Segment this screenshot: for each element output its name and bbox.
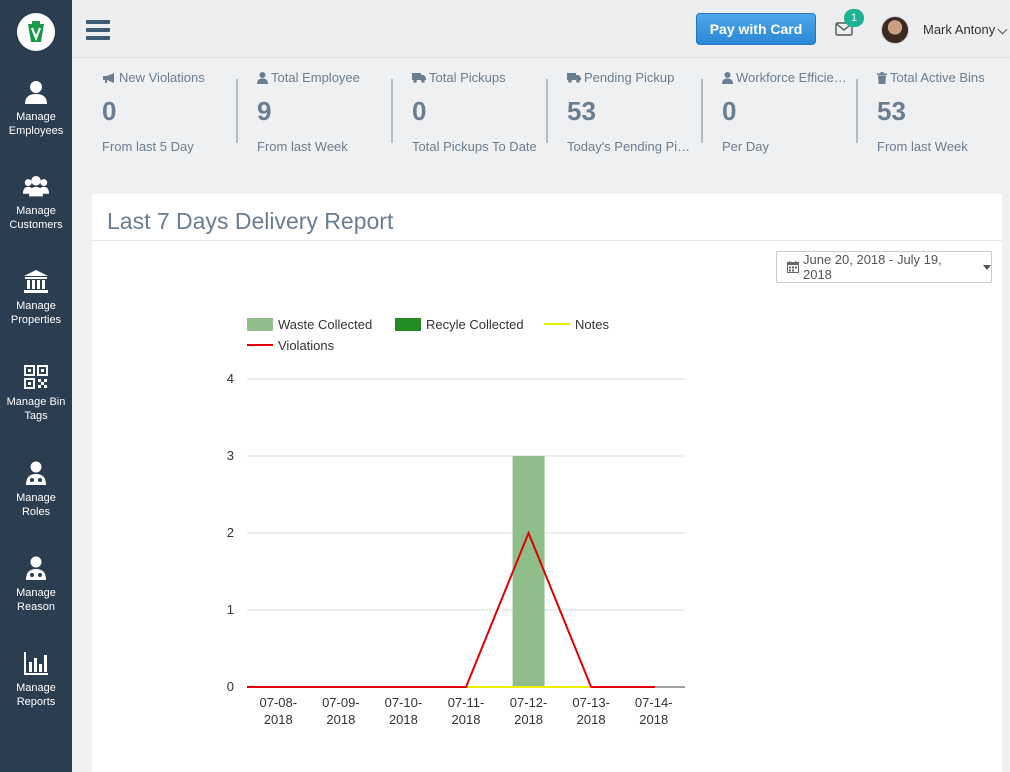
stat-divider [856,79,858,143]
bullhorn-icon [103,72,114,83]
stat-value: 53 [877,96,906,126]
stat-title: Total Employee [271,70,360,85]
x-tick-label: 2018 [577,712,606,727]
stat-subtitle: Today's Pending Pickups [567,139,695,154]
stat-total-employee: Total Employee 9 From last Week [257,70,403,154]
x-tick-label: 07-09- [322,695,360,710]
x-tick-label: 2018 [452,712,481,727]
stat-workforce-efficiency: Workforce Efficiency 0 Per Day [722,70,848,154]
stat-divider [701,79,703,143]
legend-label: Waste Collected [278,317,372,332]
sidebar-item-manage-reason[interactable]: Manage Reason [0,555,72,614]
stat-pending-pickup: Pending Pickup 53 Today's Pending Pickup… [567,70,695,154]
stat-title: Workforce Efficiency [736,70,848,85]
sidebar-item-label: Manage Employees [8,111,64,137]
user-md-icon [26,556,46,580]
sidebar-item-label: Manage Bin Tags [6,396,66,422]
qrcode-icon [24,365,48,389]
stat-total-pickups: Total Pickups 0 Total Pickups To Date [412,70,558,154]
stat-divider [391,79,393,143]
x-tick-label: 07-13- [572,695,610,710]
user-md-icon [26,461,46,485]
menu-toggle-icon[interactable] [86,20,110,40]
sidebar-item-label: Manage Properties [10,300,62,326]
stat-subtitle: From last 5 Day [102,139,194,154]
y-tick-label: 2 [227,525,234,540]
x-tick-label: 2018 [389,712,418,727]
sidebar-item-label: Manage Reports [16,682,56,708]
sidebar-item-manage-roles[interactable]: Manage Roles [0,460,72,519]
x-tick-label: 07-12- [510,695,548,710]
notification-badge: 1 [844,9,864,27]
stat-title: Pending Pickup [584,70,675,85]
sidebar-item-manage-bin-tags[interactable]: Manage Bin Tags [0,364,72,423]
stat-title: Total Active Bins [890,70,985,85]
stat-value: 0 [722,96,737,126]
sidebar-item-manage-customers[interactable]: Manage Customers [0,173,72,232]
user-icon [722,71,733,84]
truck-icon [412,73,426,83]
delivery-chart: 0 1 2 3 4 07-08- 2018 07-09- 2018 07-10- 2018 07-11… [227,317,685,727]
legend-label: Recyle Collected [426,317,524,332]
stat-divider [546,79,548,143]
sidebar-item-label: Manage Roles [16,492,56,518]
y-tick-label: 4 [227,371,234,386]
bank-icon [24,270,48,293]
legend-label: Violations [278,338,335,353]
stat-subtitle: Per Day [722,139,769,154]
bar-waste-collected [512,456,545,687]
sidebar-item-manage-reports[interactable]: Manage Reports [0,650,72,709]
y-tick-label: 3 [227,448,234,463]
stat-value: 53 [567,96,596,126]
x-tick-label: 2018 [326,712,355,727]
x-tick-label: 07-14- [635,695,673,710]
truck-icon [567,73,581,83]
stat-subtitle: From last Week [877,139,968,154]
sidebar-item-manage-employees[interactable]: Manage Employees [0,79,72,138]
sidebar-item-label: Manage Reason [16,587,56,613]
x-tick-label: 2018 [514,712,543,727]
sidebar-item-manage-properties[interactable]: Manage Properties [0,268,72,327]
chevron-down-icon[interactable] [997,24,1008,35]
sidebar: Manage Employees Manage Customers Manage… [0,0,72,772]
legend-label: Notes [575,317,609,332]
user-icon [257,71,268,84]
stat-divider [236,79,238,143]
stat-subtitle: Total Pickups To Date [412,139,537,154]
x-tick-label: 07-08- [259,695,297,710]
stat-value: 0 [412,96,427,126]
stat-title: New Violations [119,70,205,85]
app-logo[interactable] [17,12,55,51]
legend-swatch [395,318,421,331]
legend-swatch [247,318,273,331]
stat-subtitle: From last Week [257,139,348,154]
stat-value: 0 [102,96,117,126]
trash-icon [877,71,887,84]
user-icon [25,81,47,104]
stat-total-active-bins: Total Active Bins 53 From last Week [877,70,1005,154]
x-tick-label: 2018 [639,712,668,727]
bar-chart-icon [24,652,48,675]
stat-new-violations: New Violations 0 From last 5 Day [102,70,248,154]
stat-title: Total Pickups [429,70,506,85]
user-name[interactable]: Mark Antony [923,22,995,37]
users-icon [23,176,49,197]
logo-area [0,0,72,63]
x-tick-label: 2018 [264,712,293,727]
stat-value: 9 [257,96,272,126]
pay-with-card-button[interactable]: Pay with Card [696,13,816,45]
x-tick-label: 07-10- [385,695,423,710]
x-tick-label: 07-11- [448,695,485,710]
avatar[interactable] [881,16,909,44]
top-navbar: Pay with Card 1 Mark Antony [72,0,1010,58]
y-tick-label: 0 [227,679,234,694]
y-tick-label: 1 [227,602,234,617]
sidebar-item-label: Manage Customers [9,205,63,231]
